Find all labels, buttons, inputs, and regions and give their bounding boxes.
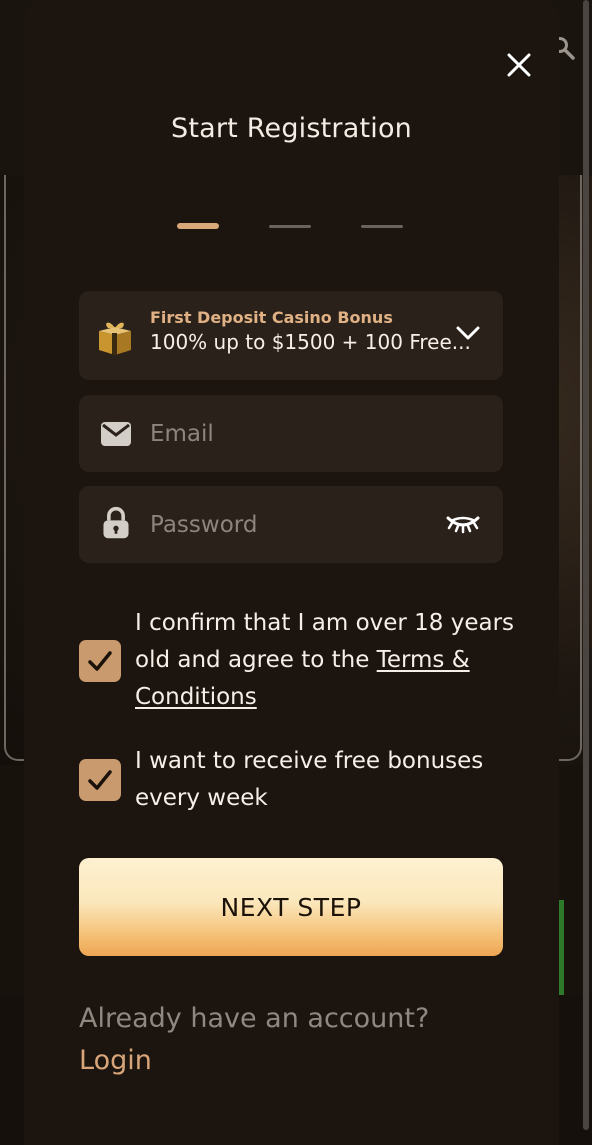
bonus-consent-label: I want to receive free bonuses every wee…	[135, 748, 484, 811]
registration-modal: Start Registration First Deposit Casino …	[24, 0, 559, 1145]
next-step-button[interactable]: NEXT STEP	[79, 858, 503, 956]
close-icon[interactable]	[502, 48, 536, 82]
email-field	[79, 395, 503, 472]
scrollbar[interactable]	[583, 0, 589, 1130]
gift-box-icon	[99, 322, 131, 355]
bonus-select[interactable]: First Deposit Casino Bonus 100% up to $1…	[79, 291, 503, 380]
bonus-consent-row: I want to receive free bonuses every wee…	[79, 743, 519, 819]
step-indicator-1	[177, 223, 219, 229]
bonus-consent-checkbox[interactable]	[79, 759, 121, 801]
password-field	[79, 486, 503, 563]
login-link[interactable]: Login	[79, 1040, 152, 1082]
lock-icon	[103, 506, 129, 539]
age-consent-row: I confirm that I am over 18 years old an…	[79, 605, 519, 717]
bonus-description: 100% up to $1500 + 100 Free...	[150, 330, 471, 354]
email-input[interactable]	[150, 395, 430, 472]
login-prompt: Already have an account?	[79, 1003, 430, 1034]
checkmark-icon	[88, 651, 112, 671]
age-consent-text: I confirm that I am over 18 years old an…	[135, 605, 521, 716]
chevron-down-icon[interactable]	[455, 324, 481, 342]
modal-title: Start Registration	[171, 113, 412, 144]
age-consent-checkbox[interactable]	[79, 640, 121, 682]
bonus-title: First Deposit Casino Bonus	[150, 308, 393, 327]
step-indicator-3	[361, 225, 403, 228]
eye-closed-icon[interactable]	[445, 512, 481, 536]
checkmark-icon	[88, 770, 112, 790]
password-input[interactable]	[150, 486, 430, 563]
envelope-icon	[101, 422, 131, 446]
step-indicator-2	[269, 225, 311, 228]
